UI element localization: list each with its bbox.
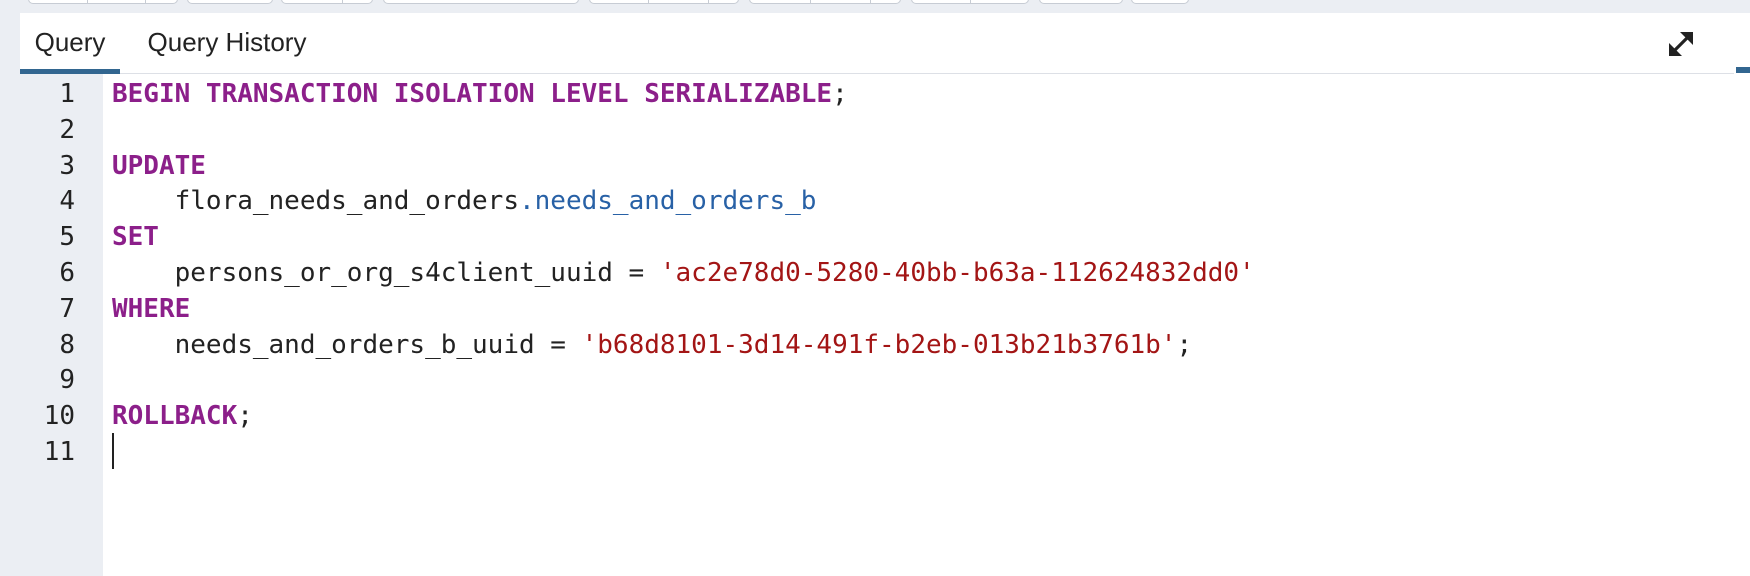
line-number: 2	[59, 114, 75, 145]
toolbar-button-group-8[interactable]	[1131, 0, 1189, 4]
line-number: 9	[59, 365, 75, 396]
code-text: needs_and_orders_b_uuid = 'b68d8101-3d14…	[112, 325, 1192, 365]
code-line: 4 flora_needs_and_orders.needs_and_order…	[20, 181, 1734, 221]
code-line: 9	[20, 360, 1734, 400]
line-number: 7	[59, 293, 75, 324]
code-text: SET	[112, 217, 159, 257]
line-number: 3	[59, 150, 75, 181]
tab-query-label: Query	[34, 27, 106, 57]
code-text: UPDATE	[112, 146, 206, 186]
code-token-plain: needs_and_orders_b_uuid =	[112, 329, 582, 360]
toolbar-button-group-4[interactable]	[589, 0, 739, 4]
tab-query[interactable]: Query	[20, 13, 120, 74]
line-number: 4	[59, 186, 75, 217]
code-token-plain: ;	[237, 401, 253, 432]
tab-query-history[interactable]: Query History	[132, 13, 322, 74]
code-token-plain: ;	[832, 79, 848, 109]
left-panel-strip	[0, 13, 20, 576]
code-line: 3 UPDATE	[20, 146, 1734, 186]
line-number: 8	[59, 329, 75, 360]
code-token-kw: WHERE	[112, 293, 191, 324]
code-line: 1 BEGIN TRANSACTION ISOLATION LEVEL SERIA…	[20, 74, 1734, 114]
code-line: 2	[20, 110, 1734, 150]
code-line: 6 persons_or_org_s4client_uuid = 'ac2e78…	[20, 253, 1734, 293]
code-text: ROLLBACK;	[112, 396, 253, 436]
toolbar-button-group-3[interactable]	[281, 0, 373, 4]
line-number: 1	[59, 79, 75, 109]
editor-tab-bar: Query Query History	[20, 13, 1734, 74]
code-text: WHERE	[112, 289, 190, 329]
line-number: 5	[59, 222, 75, 253]
code-token-plain: ;	[1176, 329, 1193, 360]
code-line: 10 ROLLBACK;	[20, 396, 1734, 436]
toolbar-strip	[0, 0, 1750, 13]
line-number: 6	[59, 258, 75, 288]
toolbar-button-group-5[interactable]	[749, 0, 901, 4]
line-number: 10	[43, 401, 75, 432]
code-text	[112, 432, 114, 472]
right-panel-accent	[1736, 67, 1750, 73]
toolbar-select[interactable]	[383, 0, 579, 4]
code-token-kw: ROLLBACK	[112, 401, 238, 432]
code-token-plain: persons_or_org_s4client_uuid =	[112, 258, 660, 288]
code-token-prop: .needs_and_orders_b	[519, 186, 817, 217]
code-token-str: 'b68d8101-3d14-491f-b2eb-013b21b3761b'	[581, 329, 1177, 360]
code-text: persons_or_org_s4client_uuid = 'ac2e78d0…	[112, 253, 1255, 293]
code-token-str: 'ac2e78d0-5280-40bb-b63a-112624832dd0'	[659, 258, 1255, 288]
code-token-kw: SET	[112, 222, 159, 253]
toolbar-button-group-6[interactable]	[911, 0, 1029, 4]
code-token-kw: UPDATE	[112, 150, 206, 181]
query-tool-panel: Query Query History 1 BEGIN TRANSACTION I…	[0, 0, 1750, 576]
code-line: 5 SET	[20, 217, 1734, 257]
tab-query-history-label: Query History	[147, 27, 307, 57]
toolbar-button-group-1[interactable]	[28, 0, 178, 4]
code-line: 11	[20, 432, 1734, 472]
code-token-plain: flora_needs_and_orders	[112, 186, 519, 217]
expand-arrows-icon[interactable]	[1664, 27, 1698, 61]
code-token-kw: BEGIN TRANSACTION ISOLATION LEVEL SERIAL…	[112, 79, 833, 109]
sql-editor[interactable]: 1 BEGIN TRANSACTION ISOLATION LEVEL SERIA…	[20, 74, 1734, 576]
code-line: 8 needs_and_orders_b_uuid = 'b68d8101-3d…	[20, 325, 1734, 365]
code-text: BEGIN TRANSACTION ISOLATION LEVEL SERIAL…	[112, 74, 848, 114]
text-cursor	[112, 432, 114, 469]
toolbar-button-group-7[interactable]	[1039, 0, 1123, 4]
code-line: 7 WHERE	[20, 289, 1734, 329]
code-text: flora_needs_and_orders.needs_and_orders_…	[112, 181, 817, 221]
toolbar-button-group-2[interactable]	[187, 0, 273, 4]
line-number: 11	[43, 437, 75, 467]
